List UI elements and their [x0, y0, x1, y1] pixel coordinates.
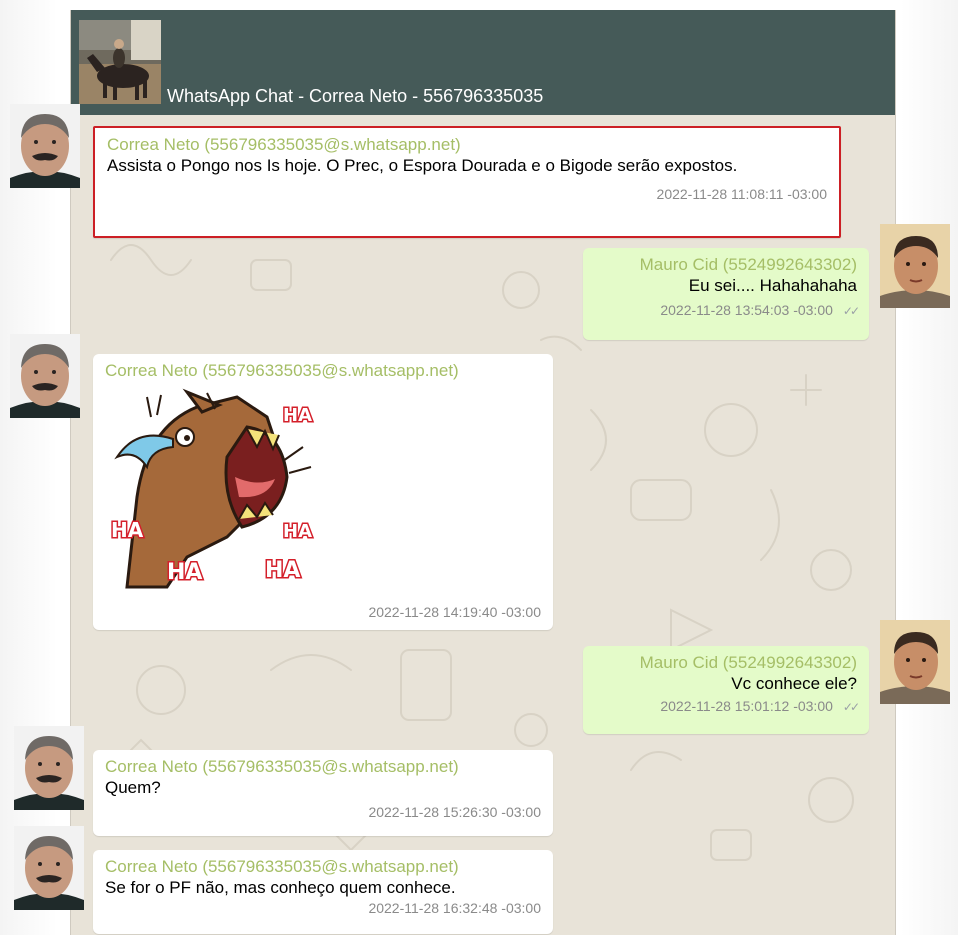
avatar-correa-neto[interactable] — [10, 334, 80, 418]
message-timestamp: 2022-11-28 14:19:40 -03:00 — [368, 604, 541, 620]
message-bubble-incoming[interactable]: Correa Neto (556796335035@s.whatsapp.net… — [93, 126, 841, 238]
message-text: Vc conhece ele? — [731, 674, 857, 693]
sender-name: Correa Neto (556796335035@s.whatsapp.net… — [105, 361, 459, 380]
chat-header: WhatsApp Chat - Correa Neto - 5567963350… — [71, 10, 895, 115]
avatar-correa-neto[interactable] — [14, 726, 84, 810]
sender-name: Mauro Cid (5524992643302) — [639, 255, 857, 274]
sticker-ha-label: HA — [111, 518, 144, 542]
avatar-mauro-cid[interactable] — [880, 224, 950, 308]
message-text: Se for o PF não, mas conheço quem conhec… — [105, 878, 456, 897]
message-timestamp: 2022-11-28 13:54:03 -03:00 — [660, 302, 833, 318]
message-text: Assista o Pongo nos Is hoje. O Prec, o E… — [107, 156, 738, 175]
double-check-icon: ✓✓ — [842, 700, 860, 714]
message-timestamp: 2022-11-28 16:32:48 -03:00 — [368, 900, 541, 916]
sticker-ha-label: HA — [265, 558, 300, 583]
message-bubble-incoming[interactable]: Correa Neto (556796335035@s.whatsapp.net… — [93, 354, 553, 630]
message-timestamp: 2022-11-28 15:01:12 -03:00 — [660, 698, 833, 714]
message-bubble-outgoing[interactable]: Mauro Cid (5524992643302) Eu sei.... Hah… — [583, 248, 869, 340]
message-text: Eu sei.... Hahahahaha — [688, 276, 857, 295]
avatar-correa-neto[interactable] — [10, 104, 80, 188]
avatar-correa-neto[interactable] — [14, 826, 84, 910]
sender-name: Correa Neto (556796335035@s.whatsapp.net… — [105, 857, 459, 876]
sender-name: Mauro Cid (5524992643302) — [639, 653, 857, 672]
sticker-ha-label: HA — [167, 560, 202, 585]
sticker-ha-label: HA — [283, 521, 312, 542]
laughing-horse-sticker[interactable]: HA HA HA HA HA — [107, 387, 317, 599]
avatar-mauro-cid[interactable] — [880, 620, 950, 704]
chat-title: WhatsApp Chat - Correa Neto - 5567963350… — [167, 86, 544, 106]
message-bubble-incoming[interactable]: Correa Neto (556796335035@s.whatsapp.net… — [93, 750, 553, 836]
message-text: Quem? — [105, 778, 161, 797]
chat-window: WhatsApp Chat - Correa Neto - 5567963350… — [70, 10, 896, 935]
message-bubble-incoming[interactable]: Correa Neto (556796335035@s.whatsapp.net… — [93, 850, 553, 934]
contact-photo[interactable] — [79, 20, 161, 104]
message-timestamp: 2022-11-28 11:08:11 -03:00 — [656, 186, 827, 202]
message-timestamp: 2022-11-28 15:26:30 -03:00 — [368, 804, 541, 820]
double-check-icon: ✓✓ — [842, 304, 860, 318]
sticker-ha-label: HA — [283, 405, 312, 426]
sender-name: Correa Neto (556796335035@s.whatsapp.net… — [105, 757, 459, 776]
message-bubble-outgoing[interactable]: Mauro Cid (5524992643302) Vc conhece ele… — [583, 646, 869, 734]
sender-name: Correa Neto (556796335035@s.whatsapp.net… — [107, 135, 461, 154]
